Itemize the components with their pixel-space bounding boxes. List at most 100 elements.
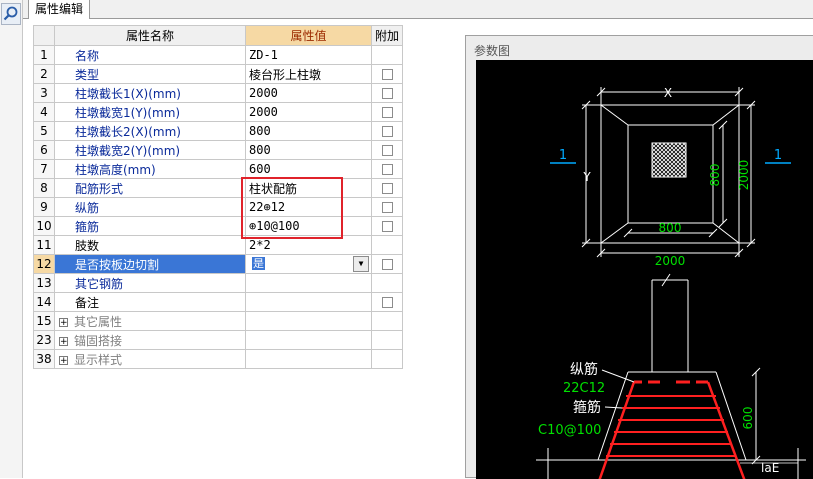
combo-value: 是: [252, 257, 265, 270]
table-row[interactable]: 11 肢数 2*2: [33, 235, 403, 255]
extra-cell: [371, 235, 403, 255]
table-row[interactable]: 3 柱墩截长1(X)(mm) 2000: [33, 83, 403, 103]
section-mark-right: 1: [774, 148, 782, 163]
extra-checkbox[interactable]: [381, 69, 393, 80]
plan-x-label: X: [664, 86, 672, 100]
table-row-group[interactable]: 38 + 显示样式: [33, 349, 403, 369]
table-row-group[interactable]: 23 + 锚固搭接: [33, 330, 403, 350]
property-value[interactable]: 棱台形上柱墩: [245, 64, 372, 84]
stirrup-label: 箍筋: [573, 399, 601, 416]
row-number: 14: [33, 292, 55, 312]
property-grid: 属性名称 属性值 附加 1 名称 ZD-1 2 类型 棱台形上柱墩 3 柱墩截长…: [33, 25, 403, 369]
header-extra[interactable]: 附加: [371, 25, 403, 46]
property-value[interactable]: 600: [245, 159, 372, 179]
row-number: 8: [33, 178, 55, 198]
table-row-group[interactable]: 15 + 其它属性: [33, 311, 403, 331]
header-property-name[interactable]: 属性名称: [54, 25, 246, 46]
extra-cell: [371, 140, 403, 160]
property-value: [245, 311, 372, 331]
property-name[interactable]: 柱墩高度(mm): [54, 159, 246, 179]
parameter-diagram-panel: 参数图 X Y 800 800 2000 2000 1 1 600 laE 纵筋…: [465, 35, 813, 479]
table-row[interactable]: 9 纵筋 22⊕12: [33, 197, 403, 217]
row-number: 11: [33, 235, 55, 255]
table-row[interactable]: 10 箍筋 ⊕10@100: [33, 216, 403, 236]
property-name[interactable]: 备注: [54, 292, 246, 312]
property-name[interactable]: 肢数: [54, 235, 246, 255]
property-value[interactable]: 2000: [245, 102, 372, 122]
section-mark-left: 1: [559, 148, 567, 163]
table-row[interactable]: 4 柱墩截宽1(Y)(mm) 2000: [33, 102, 403, 122]
anchor-length-label: laE: [761, 461, 779, 475]
table-row[interactable]: 8 配筋形式 柱状配筋: [33, 178, 403, 198]
table-row[interactable]: 13 其它钢筋: [33, 273, 403, 293]
property-value-combo[interactable]: 是 ▼: [245, 254, 372, 274]
section-height: 600: [741, 407, 755, 430]
property-name[interactable]: 柱墩截宽2(Y)(mm): [54, 140, 246, 160]
plan-outer-height: 2000: [737, 160, 751, 191]
extra-checkbox[interactable]: [381, 126, 393, 137]
property-value[interactable]: [245, 292, 372, 312]
table-row[interactable]: 6 柱墩截宽2(Y)(mm) 800: [33, 140, 403, 160]
row-number: 7: [33, 159, 55, 179]
extra-checkbox[interactable]: [381, 297, 393, 308]
row-number: 5: [33, 121, 55, 141]
row-number-header: [33, 25, 55, 46]
property-name[interactable]: 柱墩截长1(X)(mm): [54, 83, 246, 103]
extra-cell: [371, 273, 403, 293]
extra-cell: [371, 83, 403, 103]
row-number: 6: [33, 140, 55, 160]
extra-checkbox[interactable]: [381, 107, 393, 118]
extra-checkbox[interactable]: [381, 259, 393, 270]
property-value[interactable]: 800: [245, 121, 372, 141]
extra-checkbox[interactable]: [381, 183, 393, 194]
dropdown-arrow-icon[interactable]: ▼: [353, 256, 369, 272]
table-row[interactable]: 1 名称 ZD-1: [33, 45, 403, 65]
search-button[interactable]: [1, 3, 21, 25]
row-number: 15: [33, 311, 55, 331]
row-number: 9: [33, 197, 55, 217]
column-section-hatch: [651, 142, 687, 178]
tab-property-edit[interactable]: 属性编辑: [28, 0, 91, 19]
property-name[interactable]: 纵筋: [54, 197, 246, 217]
property-group[interactable]: + 显示样式: [54, 349, 246, 369]
extra-checkbox[interactable]: [381, 202, 393, 213]
extra-checkbox[interactable]: [381, 221, 393, 232]
expand-icon[interactable]: +: [59, 355, 68, 365]
property-name[interactable]: 箍筋: [54, 216, 246, 236]
table-row[interactable]: 5 柱墩截长2(X)(mm) 800: [33, 121, 403, 141]
tab-bar: 属性编辑: [23, 0, 813, 19]
property-value[interactable]: 800: [245, 140, 372, 160]
plan-outer-width: 2000: [655, 254, 686, 268]
row-number: 3: [33, 83, 55, 103]
extra-cell: [371, 197, 403, 217]
property-name[interactable]: 名称: [54, 45, 246, 65]
property-group[interactable]: + 其它属性: [54, 311, 246, 331]
table-row[interactable]: 7 柱墩高度(mm) 600: [33, 159, 403, 179]
table-row[interactable]: 14 备注: [33, 292, 403, 312]
table-row-selected[interactable]: 12 是否按板边切割 是 ▼: [33, 254, 403, 274]
extra-cell: [371, 102, 403, 122]
property-name[interactable]: 柱墩截宽1(Y)(mm): [54, 102, 246, 122]
row-number: 1: [33, 45, 55, 65]
extra-checkbox[interactable]: [381, 145, 393, 156]
extra-checkbox[interactable]: [381, 88, 393, 99]
highlight-annotation-box: [241, 177, 343, 239]
extra-cell: [371, 64, 403, 84]
group-label: 锚固搭接: [74, 333, 123, 348]
expand-icon[interactable]: +: [59, 317, 68, 327]
header-property-value[interactable]: 属性值: [245, 25, 372, 46]
long-bar-label: 纵筋: [570, 361, 598, 378]
property-name[interactable]: 类型: [54, 64, 246, 84]
property-value[interactable]: 2000: [245, 83, 372, 103]
property-name[interactable]: 是否按板边切割: [54, 254, 246, 274]
property-name[interactable]: 其它钢筋: [54, 273, 246, 293]
property-value[interactable]: [245, 273, 372, 293]
property-name[interactable]: 柱墩截长2(X)(mm): [54, 121, 246, 141]
expand-icon[interactable]: +: [59, 336, 68, 346]
extra-checkbox[interactable]: [381, 164, 393, 175]
property-name[interactable]: 配筋形式: [54, 178, 246, 198]
property-value[interactable]: ZD-1: [245, 45, 372, 65]
property-group[interactable]: + 锚固搭接: [54, 330, 246, 350]
table-row[interactable]: 2 类型 棱台形上柱墩: [33, 64, 403, 84]
row-number: 23: [33, 330, 55, 350]
